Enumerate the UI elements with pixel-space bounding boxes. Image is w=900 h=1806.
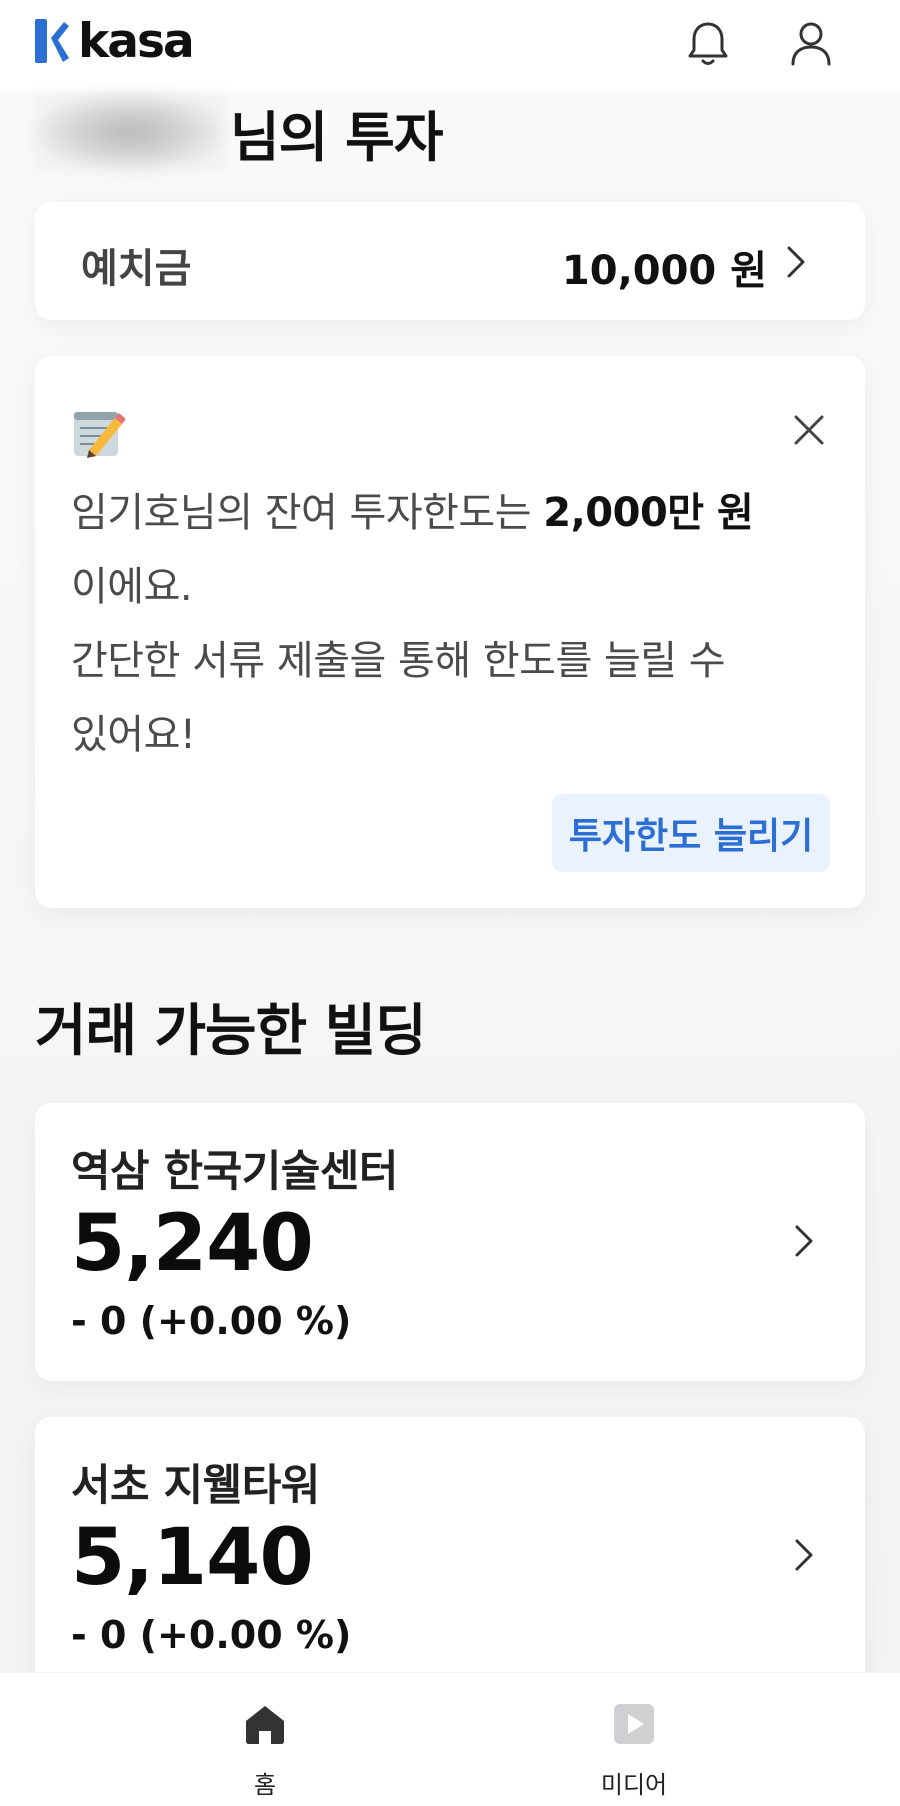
screen: kasa 님의 투자 예치금 10,000 원 임기호님의 잔여 투자한도는 2… [0,0,900,1806]
building-price: 5,240 [71,1199,314,1289]
greeting-row: 님의 투자 [34,92,444,172]
notice-line-2: 이에요. [71,564,193,610]
increase-limit-button[interactable]: 투자한도 늘리기 [552,794,830,872]
deposit-value: 10,000 원 [561,248,767,294]
home-icon [246,1706,284,1744]
building-change: - 0 (+0.00 %) [71,1299,352,1343]
greeting-title: 님의 투자 [230,105,444,169]
bottom-nav: 홈 미디어 [0,1672,900,1806]
memo-icon [74,412,125,458]
section-title: 거래 가능한 빌딩 [35,999,427,1064]
building-change: - 0 (+0.00 %) [71,1613,352,1657]
nav-label-media: 미디어 [600,1771,668,1799]
investment-limit-notice: 임기호님의 잔여 투자한도는 2,000만 원 이에요. 간단한 서류 제출을 … [35,356,865,908]
building-card[interactable]: 역삼 한국기술센터 5,240 - 0 (+0.00 %) [35,1103,865,1381]
media-play-icon [614,1704,654,1744]
notice-line-1-text: 임기호님의 잔여 투자한도는 [71,490,544,536]
building-name: 역삼 한국기술센터 [71,1147,398,1197]
kasa-logo[interactable]: kasa [34,13,195,69]
building-price: 5,140 [71,1513,314,1603]
bell-icon[interactable] [680,16,736,72]
app-name: kasa [78,13,195,69]
building-name: 서초 지웰타워 [71,1461,320,1511]
chevron-right-icon [795,1539,813,1571]
deposit-label: 예치금 [81,246,192,292]
chevron-right-icon [787,246,805,278]
nav-item-home[interactable]: 홈 [195,1701,335,1800]
chevron-right-icon [795,1225,813,1257]
building-card[interactable]: 서초 지웰타워 5,140 - 0 (+0.00 %) [35,1417,865,1695]
nav-label-home: 홈 [253,1771,277,1799]
notice-limit-amount: 2,000만 원 [543,490,754,536]
kasa-logo-mark-icon [35,19,69,63]
close-icon[interactable] [791,412,827,448]
notice-line-4: 있어요! [71,712,196,758]
notice-line-3: 간단한 서류 제출을 통해 한도를 늘릴 수 [71,638,726,684]
nav-item-media[interactable]: 미디어 [564,1701,704,1800]
app-header: kasa [0,0,900,92]
user-icon[interactable] [783,16,839,72]
deposit-card[interactable]: 예치금 10,000 원 [35,202,865,320]
blurred-user-name [34,92,226,172]
notice-line-1: 임기호님의 잔여 투자한도는 2,000만 원 [71,480,754,538]
